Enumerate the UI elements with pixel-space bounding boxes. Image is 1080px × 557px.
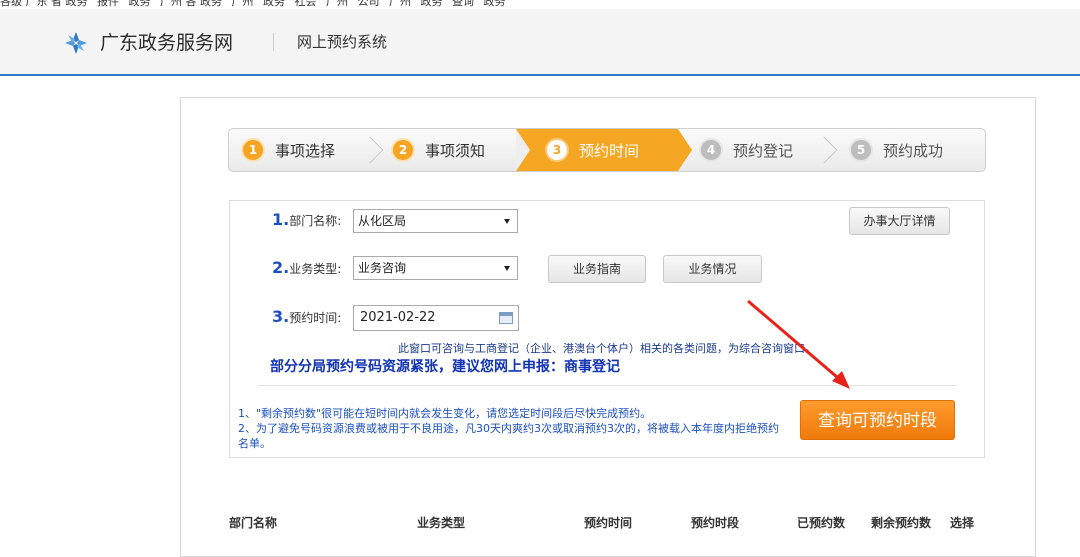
step-label: 事项选择: [275, 141, 336, 160]
hall-details-button[interactable]: 办事大厅详情: [849, 207, 950, 235]
date-label: 3.预约时间:: [272, 307, 341, 326]
bookmark-item[interactable]: 政务: [263, 0, 285, 8]
step-5: 5 预约成功: [851, 129, 943, 171]
step-4: 4 预约登记: [701, 129, 793, 171]
tip-2: 2、为了避免号码资源浪费或被用于不良用途，凡30天内爽约3次或取消预约3次的，将…: [238, 422, 779, 450]
step-number: 1: [243, 140, 263, 160]
bookmark-item[interactable]: 公司: [358, 0, 380, 8]
column-header: 已预约数: [797, 516, 846, 530]
annotation-arrow-icon: [747, 299, 850, 389]
active-step-arrow: [678, 129, 692, 171]
bookmark-item[interactable]: 各级 广东 省 政务: [0, 0, 88, 8]
bookmark-item[interactable]: 社会: [295, 0, 317, 8]
biz-type-select[interactable]: 业务咨询: [353, 256, 518, 280]
row-number: 1.: [272, 210, 290, 229]
bookmark-item[interactable]: 广州: [232, 0, 254, 8]
select-value: 从化区局: [358, 214, 407, 228]
step-number: 3: [547, 140, 567, 160]
step-label: 事项须知: [425, 141, 486, 160]
step-number: 5: [851, 140, 871, 160]
bookmark-item[interactable]: 政务: [129, 0, 151, 8]
date-field[interactable]: 2021-02-22: [353, 305, 519, 331]
biz-label: 2.业务类型:: [272, 258, 341, 277]
bookmark-item[interactable]: 广州: [326, 0, 348, 8]
column-header: 预约时段: [691, 516, 740, 530]
step-label: 预约登记: [733, 141, 794, 160]
step-2: 2 事项须知: [393, 129, 485, 171]
bookmarks-bar: 各级 广东 省 政务 报件 政务 广州 各 政务 广州 政务 社会 广州 公司 …: [0, 0, 1080, 9]
logo-icon[interactable]: [64, 31, 88, 55]
row-number: 3.: [272, 307, 290, 326]
business-status-button[interactable]: 业务情况: [663, 255, 762, 283]
calendar-icon[interactable]: [499, 312, 513, 324]
site-header: 广东政务服务网 网上预约系统: [0, 9, 1080, 76]
chevron-down-icon: [504, 266, 510, 271]
active-step-notch: [516, 129, 530, 171]
label-text: 预约时间:: [289, 311, 342, 325]
bookmark-item[interactable]: 政务: [421, 0, 443, 8]
bookmark-item[interactable]: 报件: [97, 0, 119, 8]
results-table-header: 部门名称 业务类型 预约时间 预约时段 已预约数 剩余预约数 选择: [229, 510, 985, 536]
business-registration-link[interactable]: 商事登记: [564, 359, 620, 375]
dept-select[interactable]: 从化区局: [353, 209, 518, 233]
business-guide-button[interactable]: 业务指南: [548, 255, 646, 283]
bookmark-item[interactable]: 查询: [452, 0, 474, 8]
chevron-right-icon: [810, 136, 838, 164]
system-name: 网上预约系统: [297, 33, 388, 51]
column-header: 业务类型: [417, 516, 466, 530]
tip-1: 1、"剩余预约数"很可能在短时间内就会发生变化，请您选定时间段后尽快完成预约。: [238, 407, 652, 420]
column-header: 选择: [950, 516, 975, 530]
query-slots-button[interactable]: 查询可预约时段: [800, 400, 955, 440]
step-number: 2: [393, 140, 413, 160]
chevron-down-icon: [504, 219, 510, 224]
dept-label: 1.部门名称:: [272, 210, 341, 229]
bookmark-item[interactable]: 政务: [484, 0, 506, 8]
label-text: 部门名称:: [289, 214, 342, 228]
date-value: 2021-02-22: [360, 310, 436, 325]
header-divider: [273, 33, 274, 51]
column-header: 部门名称: [229, 516, 278, 530]
site-name[interactable]: 广东政务服务网: [100, 28, 233, 55]
step-3: 3 预约时间: [547, 129, 639, 171]
column-header: 预约时间: [584, 516, 633, 530]
step-1: 1 事项选择: [243, 129, 335, 171]
bookmark-item[interactable]: 广州: [389, 0, 411, 8]
resource-notice-text: 部分分局预约号码资源紧张，建议您网上申报：: [270, 359, 564, 375]
select-value: 业务咨询: [358, 261, 407, 275]
resource-notice: 部分分局预约号码资源紧张，建议您网上申报：商事登记: [270, 356, 620, 376]
column-header: 剩余预约数: [871, 516, 932, 530]
row-number: 2.: [272, 258, 290, 277]
bookmark-item[interactable]: 广州 各 政务: [160, 0, 222, 8]
label-text: 业务类型:: [289, 262, 342, 276]
step-label: 预约成功: [883, 141, 944, 160]
step-label: 预约时间: [579, 141, 640, 160]
step-progress-bar: 1 事项选择 2 事项须知 3 预约时间 4 预约登记 5 预约成功: [228, 128, 986, 172]
chevron-right-icon: [356, 136, 384, 164]
step-number: 4: [701, 140, 721, 160]
